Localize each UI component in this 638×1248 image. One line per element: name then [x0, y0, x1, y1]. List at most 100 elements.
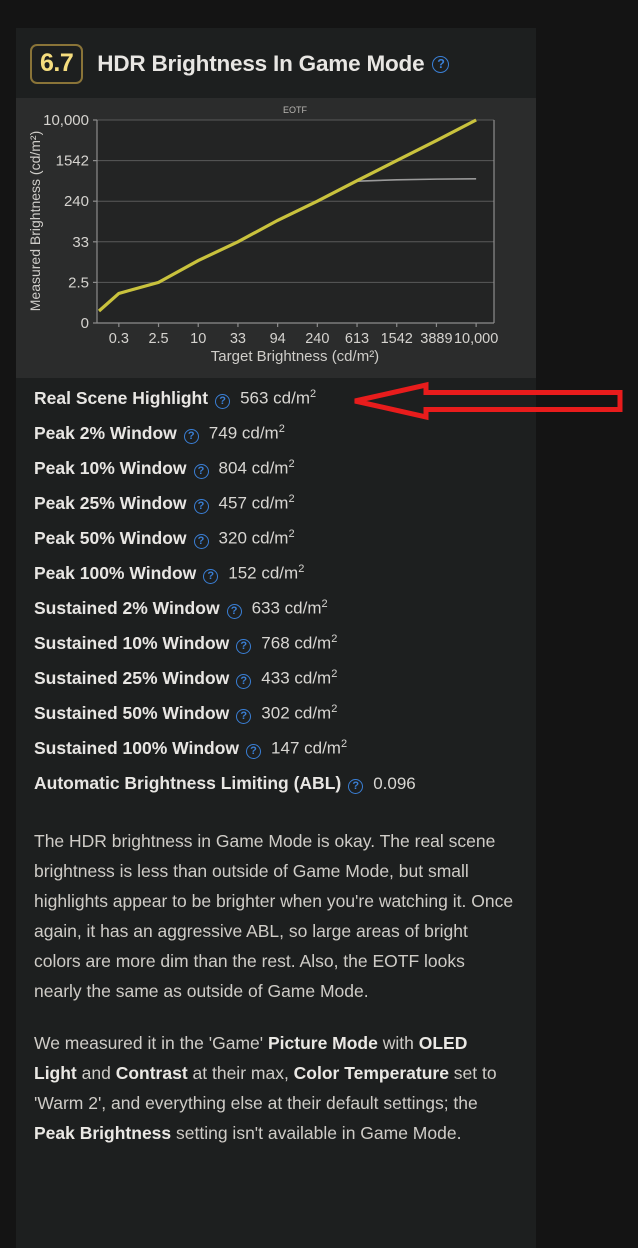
prose-fragment: and	[76, 1063, 116, 1083]
help-icon[interactable]: ?	[215, 394, 231, 409]
prose-fragment: We measured it in the 'Game'	[34, 1033, 268, 1053]
svg-text:3889: 3889	[420, 331, 452, 347]
help-icon[interactable]: ?	[236, 674, 252, 689]
setting-name: Color Temperature	[293, 1063, 449, 1083]
measurement-row: Peak 2% Window? 749 cd/m2	[34, 423, 536, 458]
measurement-label: Real Scene Highlight	[34, 388, 209, 408]
measurement-row: Peak 10% Window? 804 cd/m2	[34, 458, 536, 493]
measurement-value: 563 cd/m2	[240, 388, 317, 408]
measurement-unit-exponent: 2	[331, 633, 338, 646]
measurement-label: Peak 25% Window	[34, 493, 187, 513]
help-icon[interactable]: ?	[193, 499, 209, 514]
svg-text:1542: 1542	[56, 153, 89, 170]
help-icon[interactable]: ?	[348, 779, 364, 794]
score-badge: 6.7	[30, 44, 84, 84]
measurement-unit-exponent: 2	[288, 458, 295, 471]
x-axis-ticks	[118, 323, 477, 327]
svg-text:1542: 1542	[381, 331, 413, 347]
setting-name: Picture Mode	[267, 1033, 378, 1053]
help-icon[interactable]: ?	[246, 744, 262, 759]
setting-name: Peak Brightness	[34, 1123, 172, 1143]
measurement-unit-exponent: 2	[310, 388, 317, 401]
measurement-label: Sustained 100% Window	[34, 738, 240, 758]
prose-fragment: with	[377, 1033, 419, 1053]
measurement-value: 147 cd/m2	[271, 738, 348, 758]
help-icon[interactable]: ?	[193, 534, 209, 549]
help-icon[interactable]: ?	[203, 569, 219, 584]
measurement-label: Sustained 10% Window	[34, 633, 230, 653]
paragraph-analysis: The HDR brightness in Game Mode is okay.…	[34, 831, 514, 1001]
measurement-row: Peak 100% Window? 152 cd/m2	[34, 563, 536, 598]
measurement-row: Sustained 100% Window? 147 cd/m2	[34, 738, 536, 773]
measurement-value: 804 cd/m2	[218, 458, 295, 478]
measurement-unit-exponent: 2	[288, 493, 295, 506]
measurement-row: Real Scene Highlight? 563 cd/m2	[34, 388, 536, 423]
page-root: 6.7 HDR Brightness In Game Mode ? EOTF 1…	[0, 0, 638, 1248]
measurement-label: Sustained 50% Window	[34, 703, 230, 723]
measurement-unit-exponent: 2	[331, 703, 338, 716]
measurement-unit-exponent: 2	[340, 738, 348, 751]
measurement-value: 633 cd/m2	[251, 598, 328, 618]
svg-text:33: 33	[230, 331, 246, 347]
measurement-unit-exponent: 2	[331, 668, 338, 681]
measurement-unit-exponent: 2	[321, 598, 328, 611]
measurement-unit-exponent: 2	[288, 528, 295, 541]
measurement-row: Sustained 25% Window? 433 cd/m2	[34, 668, 536, 703]
measurement-value: 302 cd/m2	[261, 703, 338, 723]
measurement-unit-exponent: 2	[298, 563, 305, 576]
measurement-value: 433 cd/m2	[261, 668, 338, 688]
plot-area-background	[97, 120, 494, 323]
measurement-value: 152 cd/m2	[228, 563, 305, 583]
svg-text:0.3: 0.3	[109, 331, 129, 347]
page-title: HDR Brightness In Game Mode ?	[97, 51, 450, 77]
setting-name: Contrast	[115, 1063, 188, 1083]
card-header: 6.7 HDR Brightness In Game Mode ?	[16, 28, 536, 98]
prose-fragment: setting isn't available in Game Mode.	[171, 1123, 462, 1143]
measurement-row: Sustained 10% Window? 768 cd/m2	[34, 633, 536, 668]
measurement-label: Peak 2% Window	[34, 423, 177, 443]
measurement-value: 768 cd/m2	[261, 633, 338, 653]
measurement-label: Automatic Brightness Limiting (ABL)	[34, 773, 342, 793]
help-icon[interactable]: ?	[193, 464, 209, 479]
x-axis-tick-labels: 0.3 2.5 10 33 94 240 613 1542 3889 10,000	[109, 331, 499, 347]
measurement-list: Real Scene Highlight? 563 cd/m2 Peak 2% Wi…	[16, 378, 536, 812]
measurement-row: Automatic Brightness Limiting (ABL)? 0.09…	[34, 773, 536, 808]
measurement-label: Sustained 25% Window	[34, 668, 230, 688]
eotf-chart-svg: EOTF 10,000 1542 240 33 2.5 0 0.3 2.5 10 33 94 240…	[27, 105, 499, 365]
x-axis-title: Target Brightness (cd/m²)	[211, 348, 379, 365]
svg-text:240: 240	[305, 331, 329, 347]
chart-title: EOTF	[283, 105, 308, 115]
eotf-chart: EOTF 10,000 1542 240 33 2.5 0 0.3 2.5 10 33 94 240…	[16, 98, 536, 378]
help-icon[interactable]: ?	[432, 55, 450, 73]
measurement-value: 749 cd/m2	[208, 423, 285, 443]
help-icon[interactable]: ?	[226, 604, 242, 619]
measurement-label: Peak 10% Window	[34, 458, 187, 478]
paragraph-settings: We measured it in the 'Game' Picture Mod…	[34, 1028, 514, 1148]
measurement-row: Sustained 2% Window? 633 cd/m2	[34, 598, 536, 633]
prose-fragment: at their max,	[187, 1063, 294, 1083]
y-axis-title: Measured Brightness (cd/m²)	[27, 131, 43, 312]
measurement-value: 320 cd/m2	[218, 528, 295, 548]
measurement-unit-exponent: 2	[278, 423, 285, 436]
measurement-row: Peak 50% Window? 320 cd/m2	[34, 528, 536, 563]
measurement-label: Peak 100% Window	[34, 563, 197, 583]
help-icon[interactable]: ?	[183, 429, 199, 444]
measurement-row: Sustained 50% Window? 302 cd/m2	[34, 703, 536, 738]
help-icon[interactable]: ?	[236, 709, 252, 724]
svg-text:2.5: 2.5	[148, 331, 168, 347]
review-card: 6.7 HDR Brightness In Game Mode ? EOTF 1…	[16, 28, 536, 1248]
svg-text:2.5: 2.5	[68, 274, 89, 291]
measurement-label: Peak 50% Window	[34, 528, 187, 548]
svg-text:0: 0	[81, 315, 89, 332]
svg-text:10,000: 10,000	[454, 331, 498, 347]
measurement-value: 457 cd/m2	[218, 493, 295, 513]
page-title-text: HDR Brightness In Game Mode	[97, 51, 425, 76]
svg-text:613: 613	[345, 331, 369, 347]
svg-text:10,000: 10,000	[43, 112, 89, 129]
help-icon[interactable]: ?	[236, 639, 252, 654]
svg-text:33: 33	[72, 234, 89, 251]
svg-text:94: 94	[270, 331, 286, 347]
svg-text:240: 240	[64, 193, 89, 210]
y-axis-tick-labels: 10,000 1542 240 33 2.5 0	[43, 112, 89, 332]
measurement-value: 0.096	[373, 774, 416, 793]
